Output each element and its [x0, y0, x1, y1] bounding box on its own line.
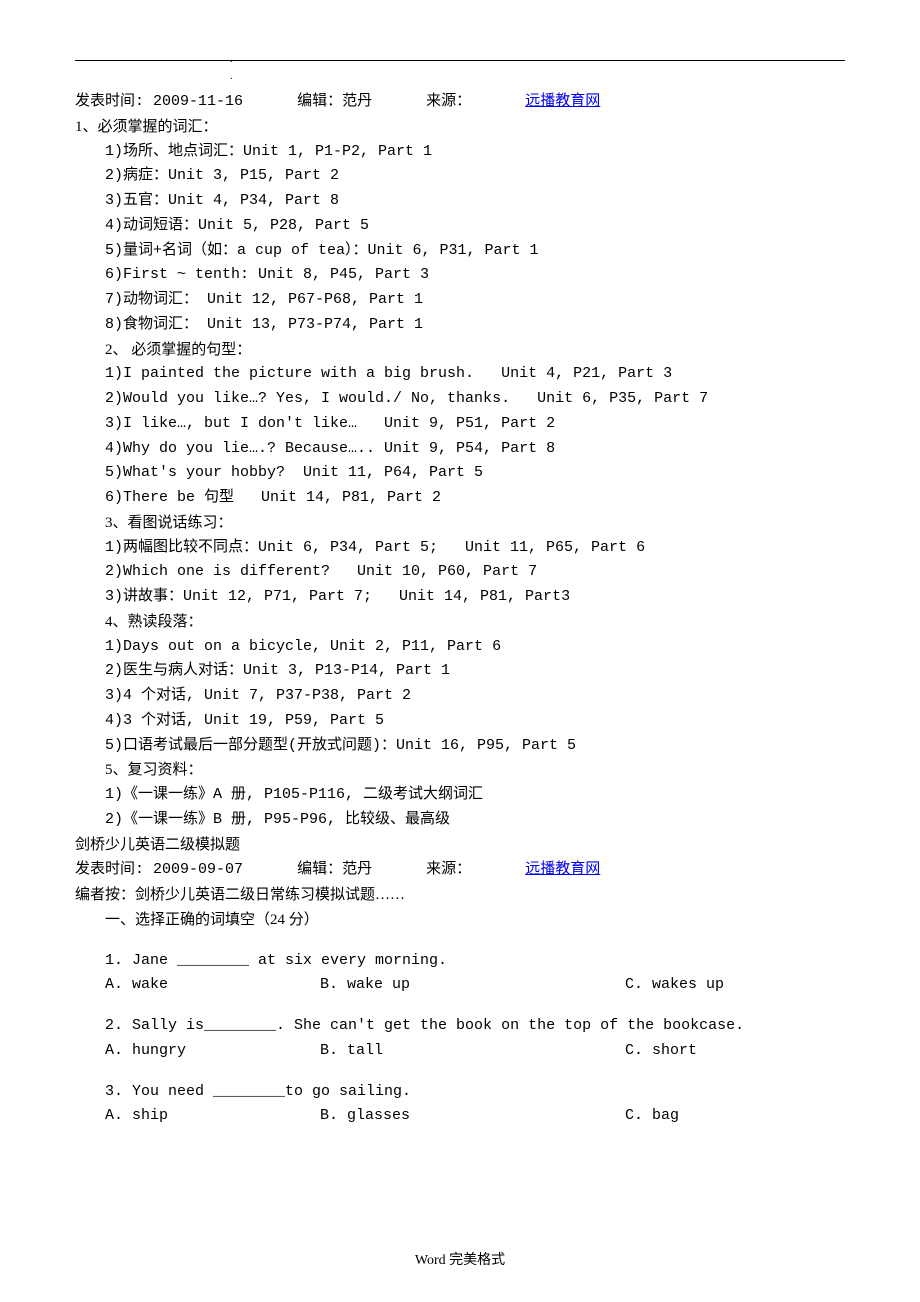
mock-editor-label: 编辑：	[297, 861, 342, 877]
question: 2. Sally is________. She can't get the b…	[75, 1014, 845, 1064]
list-item: 5)量词+名词（如：a cup of tea）：Unit 6, P31, Par…	[105, 239, 845, 264]
list-item: 1)场所、地点词汇：Unit 1, P1-P2, Part 1	[105, 140, 845, 165]
publish-line: 发表时间: 2009-11-16 编辑：范丹 来源： 远播教育网	[75, 89, 845, 115]
publish-date: 发表时间: 2009-11-16	[75, 93, 243, 110]
option-c: C. bag	[625, 1104, 845, 1129]
source-link[interactable]: 远播教育网	[525, 93, 600, 109]
editor-name: 范丹	[342, 93, 372, 109]
list-item: 5)What's your hobby? Unit 11, P64, Part …	[105, 461, 845, 486]
option-a: A. hungry	[105, 1039, 320, 1064]
section2-title: 2、 必须掌握的句型：	[105, 338, 845, 363]
option-b: B. tall	[320, 1039, 625, 1064]
list-item: 3)讲故事：Unit 12, P71, Part 7; Unit 14, P81…	[105, 585, 845, 610]
list-item: 1)两幅图比较不同点：Unit 6, P34, Part 5; Unit 11,…	[105, 536, 845, 561]
list-item: 2)《一课一练》B 册, P95-P96, 比较级、最高级	[105, 808, 845, 833]
option-b: B. wake up	[320, 973, 625, 998]
list-item: 4)Why do you lie….? Because….. Unit 9, P…	[105, 437, 845, 462]
page-footer: Word 完美格式	[0, 1249, 920, 1272]
list-item: 8)食物词汇： Unit 13, P73-P74, Part 1	[105, 313, 845, 338]
list-item: 4)动词短语：Unit 5, P28, Part 5	[105, 214, 845, 239]
part1-title: 一、选择正确的词填空（24 分）	[75, 908, 845, 933]
editor-note: 编者按：剑桥少儿英语二级日常练习模拟试题……	[75, 883, 845, 908]
option-a: A. wake	[105, 973, 320, 998]
list-item: 2)Would you like…? Yes, I would./ No, th…	[105, 387, 845, 412]
mock-source-link[interactable]: 远播教育网	[525, 861, 600, 877]
list-item: 6)There be 句型 Unit 14, P81, Part 2	[105, 486, 845, 511]
list-item: 6)First ~ tenth: Unit 8, P45, Part 3	[105, 263, 845, 288]
section1-title: 1、必须掌握的词汇：	[75, 115, 845, 140]
question-stem: 3. You need ________to go sailing.	[105, 1080, 845, 1105]
section4-title: 4、熟读段落：	[105, 610, 845, 635]
list-item: 1)I painted the picture with a big brush…	[105, 362, 845, 387]
option-c: C. wakes up	[625, 973, 845, 998]
mock-editor-name: 范丹	[342, 861, 372, 877]
mock-source-label: 来源：	[426, 861, 471, 877]
question-stem: 1. Jane ________ at six every morning.	[105, 949, 845, 974]
editor-label: 编辑：	[297, 93, 342, 109]
list-item: 1)《一课一练》A 册, P105-P116, 二级考试大纲词汇	[105, 783, 845, 808]
list-item: 2)病症：Unit 3, P15, Part 2	[105, 164, 845, 189]
option-b: B. glasses	[320, 1104, 625, 1129]
list-item: 1)Days out on a bicycle, Unit 2, P11, Pa…	[105, 635, 845, 660]
list-item: 7)动物词汇： Unit 12, P67-P68, Part 1	[105, 288, 845, 313]
list-item: 3)五官：Unit 4, P34, Part 8	[105, 189, 845, 214]
list-item: 2)Which one is different? Unit 10, P60, …	[105, 560, 845, 585]
list-item: 5)口语考试最后一部分题型(开放式问题)：Unit 16, P95, Part …	[105, 734, 845, 759]
question: 1. Jane ________ at six every morning. A…	[75, 949, 845, 999]
list-item: 3)4 个对话, Unit 7, P37-P38, Part 2	[105, 684, 845, 709]
option-c: C. short	[625, 1039, 845, 1064]
list-item: 2)医生与病人对话：Unit 3, P13-P14, Part 1	[105, 659, 845, 684]
mock-publish-line: 发表时间: 2009-09-07 编辑：范丹 来源： 远播教育网	[75, 857, 845, 883]
question: 3. You need ________to go sailing. A. sh…	[75, 1080, 845, 1130]
question-stem: 2. Sally is________. She can't get the b…	[105, 1014, 845, 1039]
mock-title: 剑桥少儿英语二级模拟题	[75, 833, 845, 858]
section3-title: 3、看图说话练习：	[105, 511, 845, 536]
list-item: 4)3 个对话, Unit 19, P59, Part 5	[105, 709, 845, 734]
section5-title: 5、复习资料：	[105, 758, 845, 783]
header-dots	[230, 52, 690, 85]
source-label: 来源：	[426, 93, 471, 109]
option-a: A. ship	[105, 1104, 320, 1129]
list-item: 3)I like…, but I don't like… Unit 9, P51…	[105, 412, 845, 437]
mock-publish-date: 发表时间: 2009-09-07	[75, 861, 243, 878]
